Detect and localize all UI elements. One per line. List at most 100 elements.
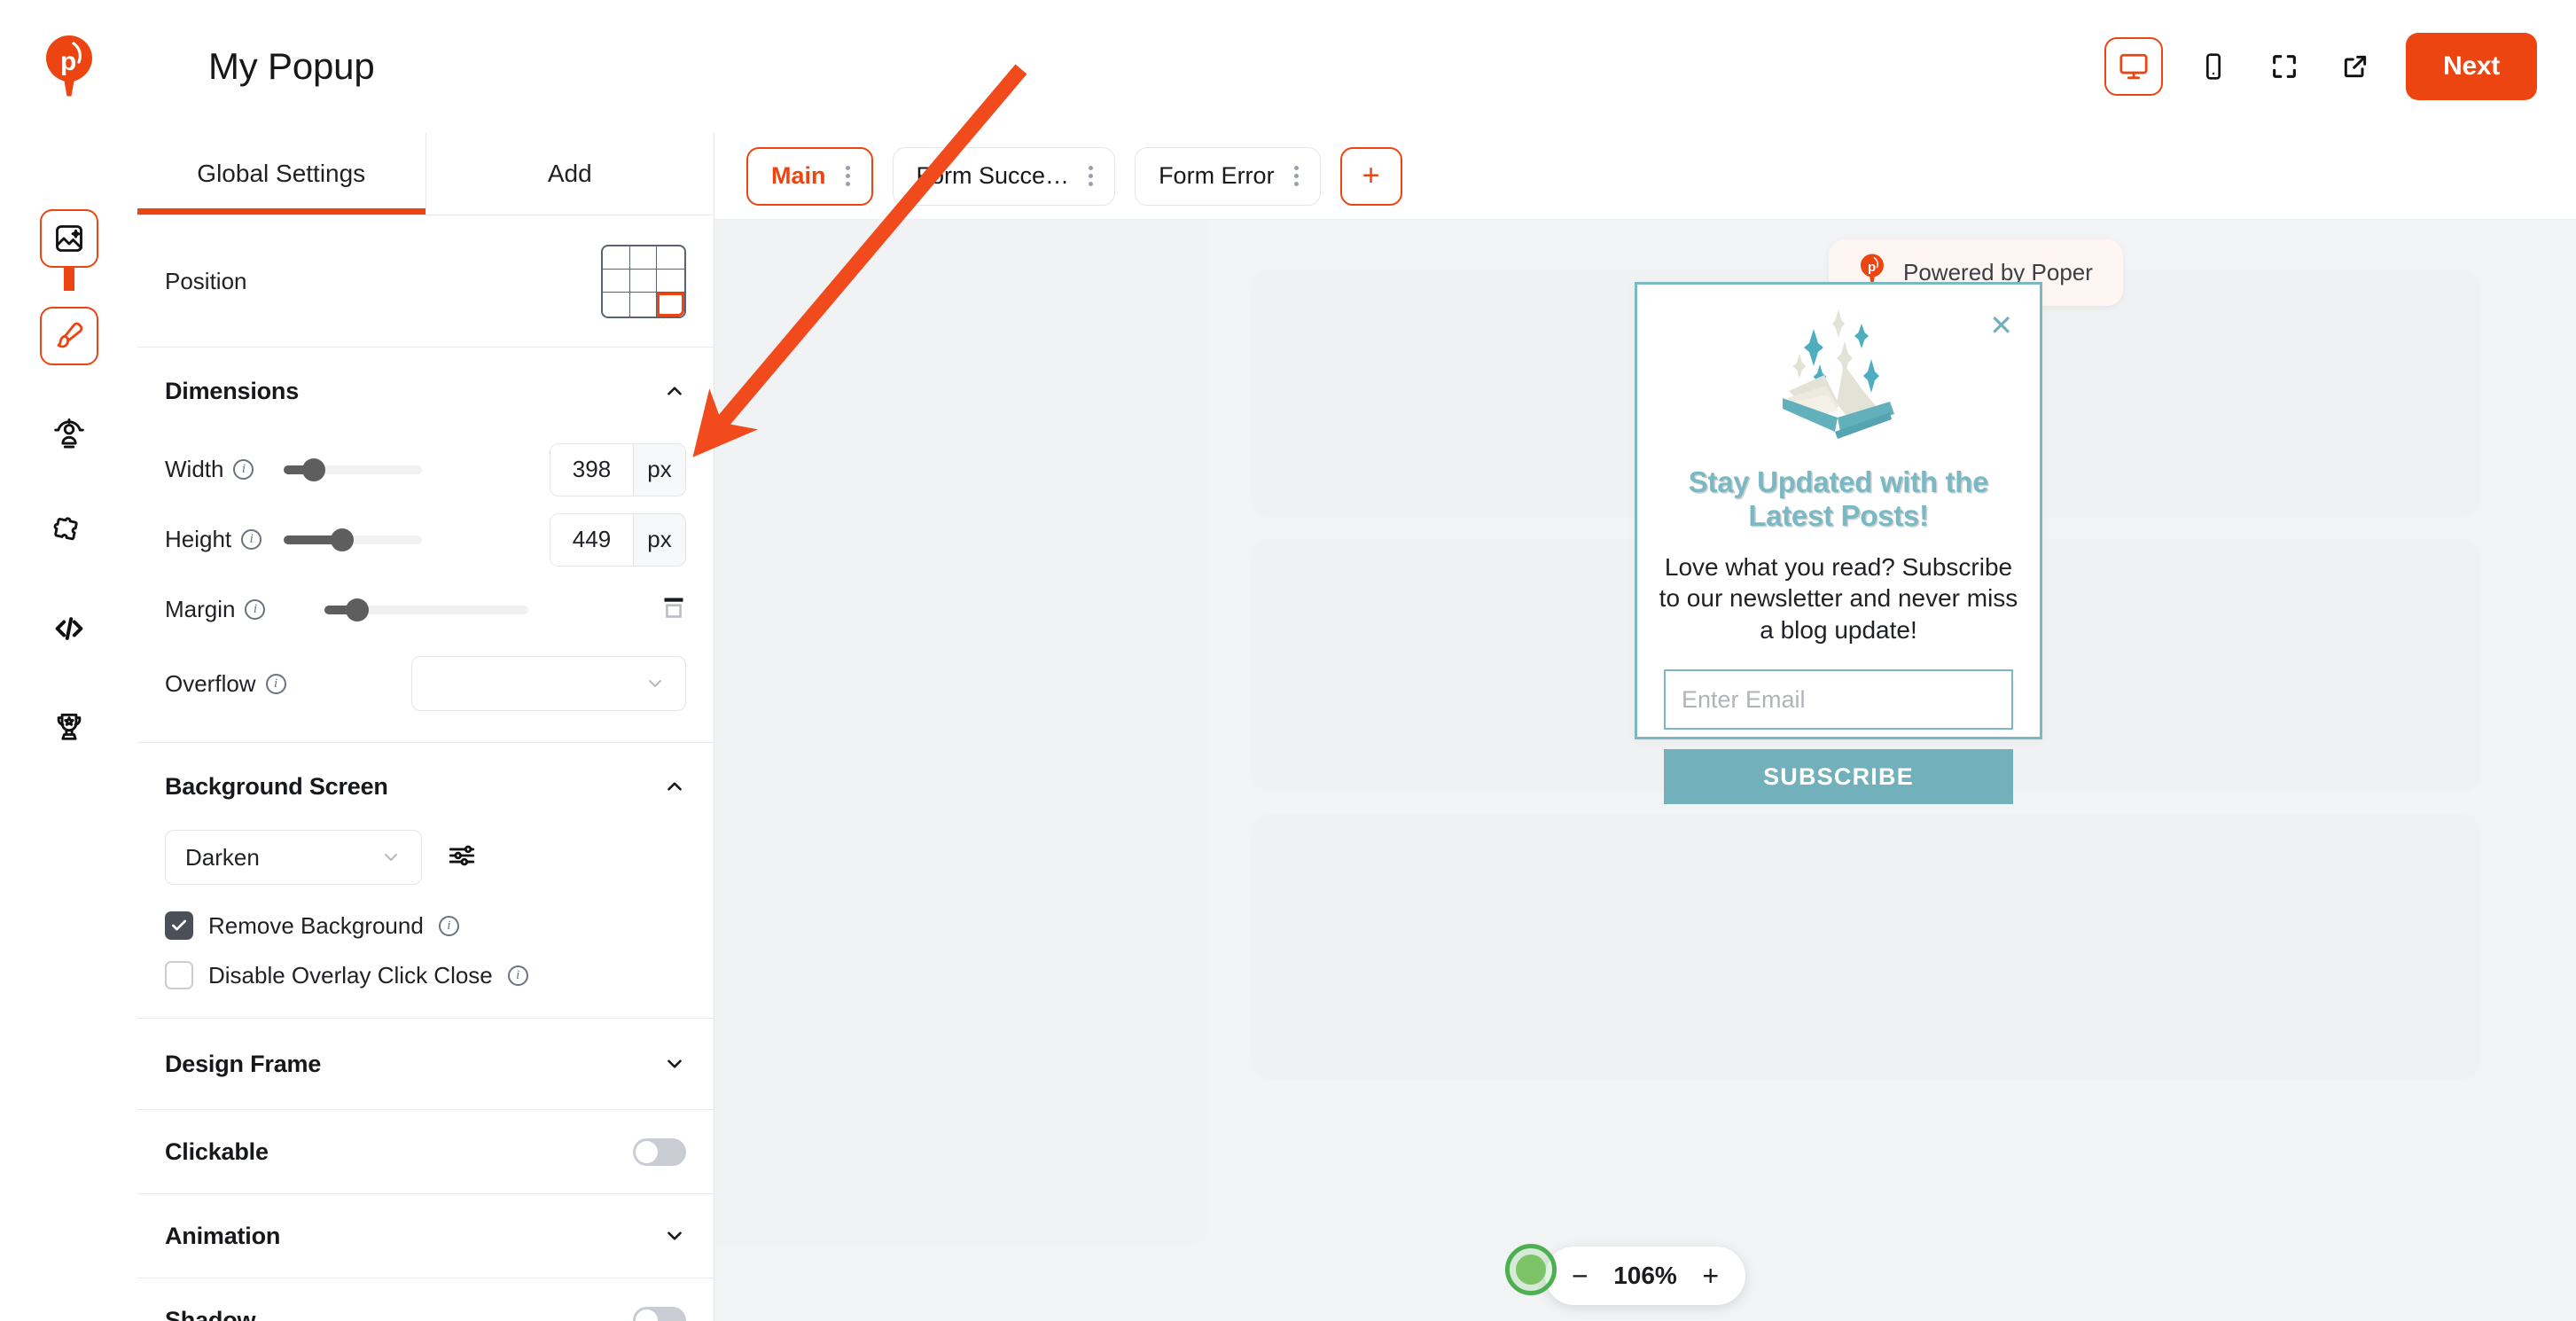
remove-background-info-icon[interactable]: i — [438, 915, 459, 936]
background-mode-select[interactable]: Darken — [165, 830, 422, 885]
shadow-toggle[interactable] — [633, 1306, 686, 1321]
disable-overlay-click-close-label: Disable Overlay Click Close — [208, 961, 493, 989]
position-cell-top-right[interactable] — [657, 246, 684, 270]
sliders-tune-icon — [449, 845, 475, 865]
disable-overlay-click-close-row[interactable]: Disable Overlay Click Close i — [165, 950, 686, 1000]
design-frame-header[interactable]: Design Frame — [165, 1019, 686, 1109]
position-cell-middle-right[interactable] — [657, 270, 684, 293]
tab-add[interactable]: Add — [426, 133, 714, 215]
sidebar-item-goals[interactable] — [39, 697, 98, 755]
zoom-control: − 106% + — [1545, 1247, 1745, 1305]
open-book-with-sparkles-illustration — [1637, 285, 2040, 449]
targeting-icon — [53, 418, 84, 449]
trophy-icon — [57, 713, 81, 740]
canvas-area: Main Form Succe… Form Error + p Powered … — [714, 133, 2576, 1321]
zoom-out-button[interactable]: − — [1572, 1262, 1589, 1290]
svg-text:p: p — [1868, 260, 1876, 275]
clickable-title: Clickable — [165, 1137, 269, 1165]
kebab-menu-icon[interactable] — [1085, 162, 1097, 190]
close-x-icon[interactable]: ✕ — [1989, 311, 2013, 340]
position-cell-top-center[interactable] — [629, 246, 658, 270]
integrations-puzzle-icon — [53, 517, 78, 541]
chevron-up-icon — [667, 782, 682, 791]
kebab-menu-icon[interactable] — [1291, 162, 1302, 190]
sliders-tune-icon-button[interactable] — [447, 840, 477, 875]
rail-linked-group — [39, 209, 98, 365]
page-title: My Popup — [208, 45, 375, 87]
remove-background-row[interactable]: Remove Background i — [165, 901, 686, 950]
sidebar-item-design[interactable] — [39, 209, 98, 268]
disable-overlay-click-close-info-icon[interactable]: i — [507, 965, 528, 986]
fullscreen-expand-icon-button[interactable] — [2264, 46, 2305, 87]
position-cell-middle-left[interactable] — [603, 269, 630, 293]
position-cell-bottom-left[interactable] — [603, 293, 630, 317]
width-slider[interactable] — [284, 457, 422, 481]
section-design-frame: Design Frame — [137, 1019, 714, 1110]
height-numbox[interactable]: px — [550, 512, 686, 567]
background-mode-value: Darken — [185, 843, 260, 871]
chevron-down-icon — [649, 680, 661, 687]
external-link-icon-button[interactable] — [2335, 46, 2376, 87]
sidebar-item-integrations[interactable] — [39, 502, 98, 560]
email-field-wrap[interactable] — [1664, 669, 2013, 731]
overflow-control-row: Overflow i — [165, 645, 686, 723]
height-unit[interactable]: px — [633, 513, 685, 566]
margin-box-icon[interactable] — [661, 595, 686, 624]
canvas-tab-form-error[interactable]: Form Error — [1135, 146, 1321, 206]
popup-preview[interactable]: ✕ Stay Updated with the Latest Posts! Lo… — [1635, 282, 2042, 805]
sidebar-item-theme[interactable] — [39, 307, 98, 365]
next-button[interactable]: Next — [2406, 33, 2537, 100]
mobile-phone-icon-button[interactable] — [2193, 46, 2234, 87]
margin-slider[interactable] — [324, 598, 528, 621]
position-cell-top-left[interactable] — [603, 246, 630, 270]
app-header: p My Popup Next — [0, 0, 2576, 133]
width-unit[interactable]: px — [633, 443, 685, 496]
section-dimensions: Dimensions Width i px Height — [137, 348, 714, 743]
kebab-menu-icon[interactable] — [842, 162, 854, 190]
canvas-tab-main[interactable]: Main — [746, 146, 873, 206]
background-screen-header[interactable]: Background Screen — [165, 743, 686, 830]
width-numbox[interactable]: px — [550, 442, 686, 496]
height-control-row: Height i px — [165, 504, 686, 575]
width-info-icon[interactable]: i — [233, 459, 254, 480]
desktop-monitor-icon-button[interactable] — [2104, 37, 2164, 96]
clickable-toggle[interactable] — [633, 1137, 686, 1166]
subscribe-button[interactable]: SUBSCRIBE — [1664, 749, 2013, 805]
disable-overlay-click-close-checkbox[interactable] — [165, 961, 193, 989]
check-icon — [172, 919, 186, 931]
height-info-icon[interactable]: i — [241, 529, 262, 550]
position-grid-picker[interactable] — [601, 244, 686, 318]
overflow-info-icon[interactable]: i — [265, 673, 286, 694]
sidebar-item-custom-code[interactable] — [39, 599, 98, 658]
remove-background-label: Remove Background — [208, 911, 424, 939]
overflow-select[interactable] — [411, 656, 686, 711]
height-slider[interactable] — [284, 528, 422, 551]
remove-background-checkbox[interactable] — [165, 911, 193, 940]
desktop-monitor-icon — [2119, 53, 2148, 80]
height-label: Height — [165, 526, 232, 552]
animation-header[interactable]: Animation — [165, 1194, 686, 1278]
sidebar-item-targeting[interactable] — [39, 404, 98, 463]
zoom-level-label: 106% — [1613, 1262, 1677, 1289]
dimensions-header[interactable]: Dimensions — [165, 348, 686, 434]
margin-control-row: Margin i — [165, 575, 686, 645]
zoom-in-button[interactable]: + — [1702, 1262, 1719, 1290]
email-field[interactable] — [1682, 685, 1995, 714]
add-canvas-tab-button[interactable]: + — [1339, 146, 1402, 206]
canvas-tab-form-success[interactable]: Form Succe… — [892, 146, 1116, 206]
settings-panel: Global Settings Add Position Dimensions … — [137, 133, 714, 1321]
margin-info-icon[interactable]: i — [245, 599, 266, 620]
canvas-tab-main-label: Main — [771, 162, 826, 189]
logo-wrap[interactable]: p — [0, 35, 137, 98]
chevron-up-icon — [667, 387, 682, 395]
tab-global-settings[interactable]: Global Settings — [137, 133, 426, 215]
position-label: Position — [165, 267, 247, 294]
width-input[interactable] — [550, 443, 633, 496]
position-cell-bottom-center[interactable] — [630, 293, 658, 317]
position-cell-middle-center[interactable] — [629, 269, 658, 293]
position-cell-bottom-right[interactable] — [657, 293, 684, 317]
height-input[interactable] — [550, 513, 633, 566]
canvas-tab-form-error-label: Form Error — [1159, 162, 1275, 189]
design-image-icon — [55, 225, 82, 252]
tab-add-label: Add — [547, 160, 592, 187]
